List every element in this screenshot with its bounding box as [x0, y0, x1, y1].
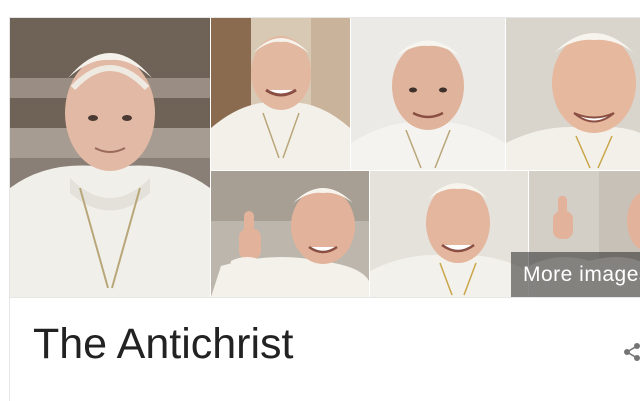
pope-photo-2: [211, 18, 350, 170]
pope-photo-1: [10, 18, 210, 297]
knowledge-panel: More images The Antichrist: [9, 17, 640, 401]
pope-photo-5: [211, 171, 369, 297]
more-images-button[interactable]: More images: [511, 252, 640, 297]
pope-photo-6: [370, 171, 528, 297]
image-tile-6[interactable]: [370, 171, 528, 297]
image-tile-5[interactable]: [211, 171, 369, 297]
image-tile-4[interactable]: [506, 18, 640, 170]
image-tile-3[interactable]: [351, 18, 505, 170]
share-icon[interactable]: [622, 342, 640, 362]
entity-title: The Antichrist: [33, 320, 294, 368]
pope-photo-3: [351, 18, 505, 170]
title-section: The Antichrist: [10, 297, 640, 401]
more-images-label: More images: [523, 262, 640, 286]
image-tile-2[interactable]: [211, 18, 350, 170]
image-grid: More images: [10, 18, 640, 297]
pope-photo-4: [506, 18, 640, 170]
image-tile-1[interactable]: [10, 18, 210, 297]
